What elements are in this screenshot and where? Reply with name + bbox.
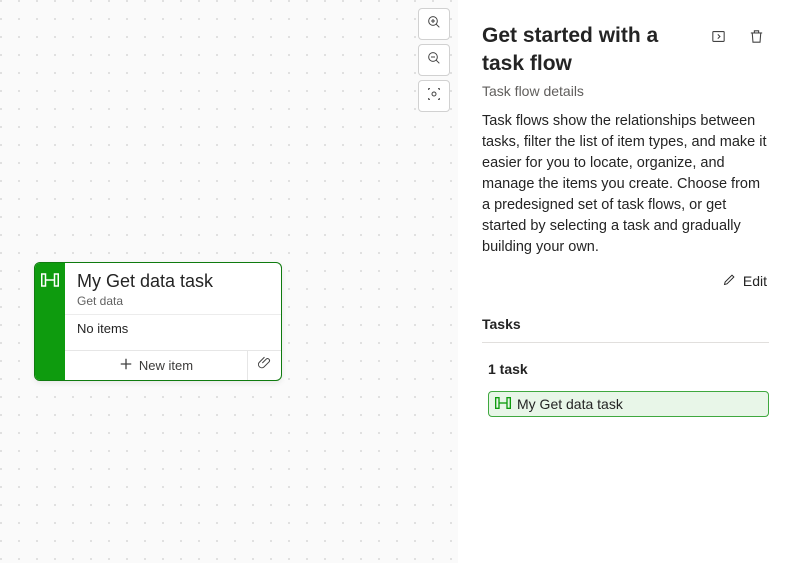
details-description: Task flows show the relationships betwee…	[482, 111, 769, 258]
fit-view-button[interactable]	[418, 80, 450, 112]
task-card-title: My Get data task	[65, 263, 281, 292]
new-item-label: New item	[139, 358, 193, 373]
task-card-body: My Get data task Get data No items New i…	[65, 263, 281, 380]
task-flow-icon	[495, 396, 511, 412]
edit-button[interactable]: Edit	[720, 268, 769, 294]
details-panel: Get started with a task flow Task flow d…	[458, 0, 793, 563]
expand-icon	[710, 28, 727, 50]
plus-icon	[119, 357, 133, 374]
attachment-icon	[257, 355, 273, 376]
trash-icon	[748, 28, 765, 50]
zoom-out-icon	[426, 50, 442, 71]
task-card-no-items: No items	[65, 314, 281, 350]
delete-button[interactable]	[743, 26, 769, 52]
zoom-in-icon	[426, 14, 442, 35]
task-flow-icon	[41, 273, 59, 292]
task-card[interactable]: My Get data task Get data No items New i…	[34, 262, 282, 381]
details-kicker: Task flow details	[482, 83, 769, 99]
attach-button[interactable]	[247, 351, 281, 380]
task-card-spine	[35, 263, 65, 380]
edit-label: Edit	[743, 273, 767, 289]
zoom-out-button[interactable]	[418, 44, 450, 76]
fit-view-icon	[426, 86, 442, 107]
pencil-icon	[722, 272, 737, 290]
zoom-controls	[418, 8, 450, 112]
task-chip-label: My Get data task	[517, 396, 623, 412]
canvas[interactable]: My Get data task Get data No items New i…	[0, 0, 458, 563]
details-title: Get started with a task flow	[482, 22, 693, 79]
new-item-button[interactable]: New item	[65, 351, 247, 380]
tasks-section-title: Tasks	[482, 316, 769, 343]
expand-button[interactable]	[705, 26, 731, 52]
zoom-in-button[interactable]	[418, 8, 450, 40]
task-card-subtitle: Get data	[65, 292, 281, 314]
task-count: 1 task	[488, 361, 769, 377]
task-chip[interactable]: My Get data task	[488, 391, 769, 417]
